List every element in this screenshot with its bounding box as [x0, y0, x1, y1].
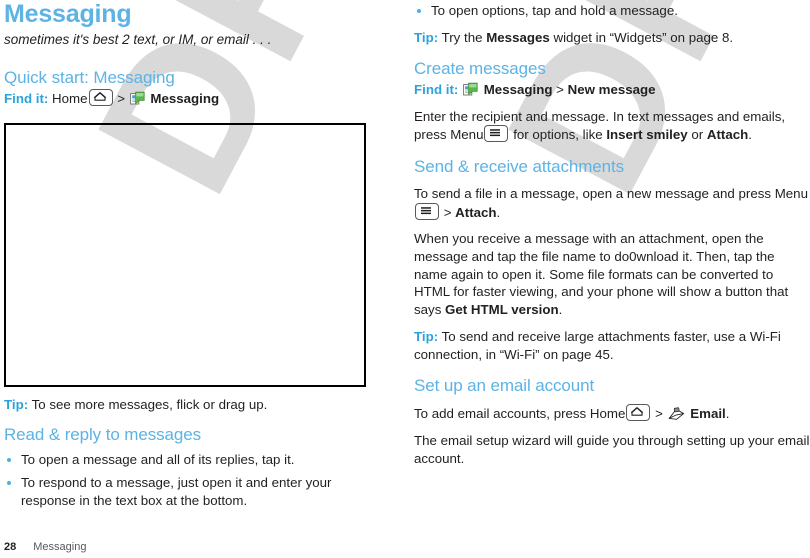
menu-key-icon: [415, 202, 439, 220]
tip-messages-widget: Tip: Try the Messages widget in “Widgets…: [414, 29, 810, 47]
attachments-separator: >: [443, 204, 452, 220]
attachments-body-2: When you receive a message with an attac…: [414, 230, 810, 318]
options-bullet-list: To open options, tap and hold a message.: [414, 2, 810, 20]
find-it-separator: >: [117, 91, 125, 107]
create-messages-bold-insert-smiley: Insert smiley: [606, 127, 688, 143]
attachments-text-2: .: [496, 204, 501, 220]
footer-section-name: Messaging: [33, 541, 87, 553]
right-column: To open options, tap and hold a message.…: [414, 0, 810, 467]
section-heading-email-account: Set up an email account: [414, 376, 595, 396]
section-heading-attachments: Send & receive attachments: [414, 156, 625, 176]
menu-key-icon: [484, 125, 509, 143]
messaging-app-icon: [129, 91, 145, 106]
create-messages-text-2: for options, like: [513, 127, 603, 143]
tip-label: Tip:: [414, 328, 439, 344]
chapter-subtitle: sometimes it's best 2 text, or IM, or em…: [4, 32, 272, 47]
email-account-text-2: .: [725, 406, 730, 422]
email-account-bold-email: Email: [690, 406, 726, 422]
create-messages-bold-attach: Attach: [706, 127, 749, 143]
email-account-separator: >: [655, 406, 663, 422]
find-it-action: New message: [567, 81, 656, 97]
find-it-label: Find it:: [414, 81, 459, 97]
create-messages-text-3: or: [691, 127, 704, 143]
attachments-body-1: To send a file in a message, open a new …: [414, 185, 810, 221]
email-account-text-1: To add email accounts, press Home: [414, 406, 626, 422]
create-messages-body: Enter the recipient and message. In text…: [414, 108, 810, 144]
email-app-icon: [667, 407, 685, 421]
tip-label: Tip:: [414, 29, 439, 45]
tip-text: To send and receive large attachments fa…: [414, 328, 781, 362]
find-it-create-messages: Find it: Messaging > New message: [414, 81, 810, 99]
attachments-bold-attach: Attach: [455, 204, 497, 220]
email-account-body-1: To add email accounts, press Home > Emai…: [414, 404, 810, 423]
tip-flick-drag: Tip: To see more messages, flick or drag…: [4, 396, 376, 414]
tip-text: To see more messages, flick or drag up.: [31, 397, 268, 413]
email-account-body-2: The email setup wizard will guide you th…: [414, 433, 810, 466]
page-footer: 28 Messaging: [4, 541, 86, 553]
create-messages-text-4: .: [748, 127, 752, 143]
messaging-screenshot-frame: [4, 123, 366, 388]
page-title: Messaging: [4, 0, 132, 28]
tip-bold-messages: Messages: [486, 29, 550, 45]
left-column: Messaging sometimes it's best 2 text, or…: [4, 0, 376, 509]
tip-text-before: Try the: [441, 29, 483, 45]
find-it-quick-start: Find it: Home > Messaging: [4, 89, 376, 108]
manual-page: Messaging sometimes it's best 2 text, or…: [0, 0, 810, 558]
tip-label: Tip:: [4, 397, 29, 413]
find-it-app-name: Messaging: [150, 91, 220, 107]
find-it-label: Find it:: [4, 91, 49, 107]
tip-wifi-attachments: Tip: To send and receive large attachmen…: [414, 328, 810, 363]
find-it-home-text: Home: [52, 91, 88, 107]
home-key-icon: [626, 404, 651, 422]
list-item: To respond to a message, just open it an…: [4, 474, 376, 509]
find-it-separator: >: [556, 81, 564, 97]
list-item: To open a message and all of its replies…: [4, 451, 376, 469]
read-reply-bullet-list: To open a message and all of its replies…: [4, 451, 376, 509]
attachments-text-4: .: [558, 302, 563, 318]
list-item: To open options, tap and hold a message.: [414, 2, 810, 20]
section-heading-read-reply: Read & reply to messages: [4, 425, 201, 445]
attachments-text-1: To send a file in a message, open a new …: [414, 186, 808, 202]
footer-page-number: 28: [4, 541, 17, 553]
attachments-bold-get-html-version: Get HTML version: [445, 302, 559, 318]
find-it-app-name: Messaging: [483, 81, 553, 97]
messaging-app-icon: [463, 82, 478, 97]
section-heading-quick-start: Quick start: Messaging: [4, 68, 175, 88]
home-key-icon: [88, 89, 113, 107]
section-heading-create-messages: Create messages: [414, 59, 546, 79]
tip-text-after: widget in “Widgets” on page 8.: [553, 29, 734, 45]
